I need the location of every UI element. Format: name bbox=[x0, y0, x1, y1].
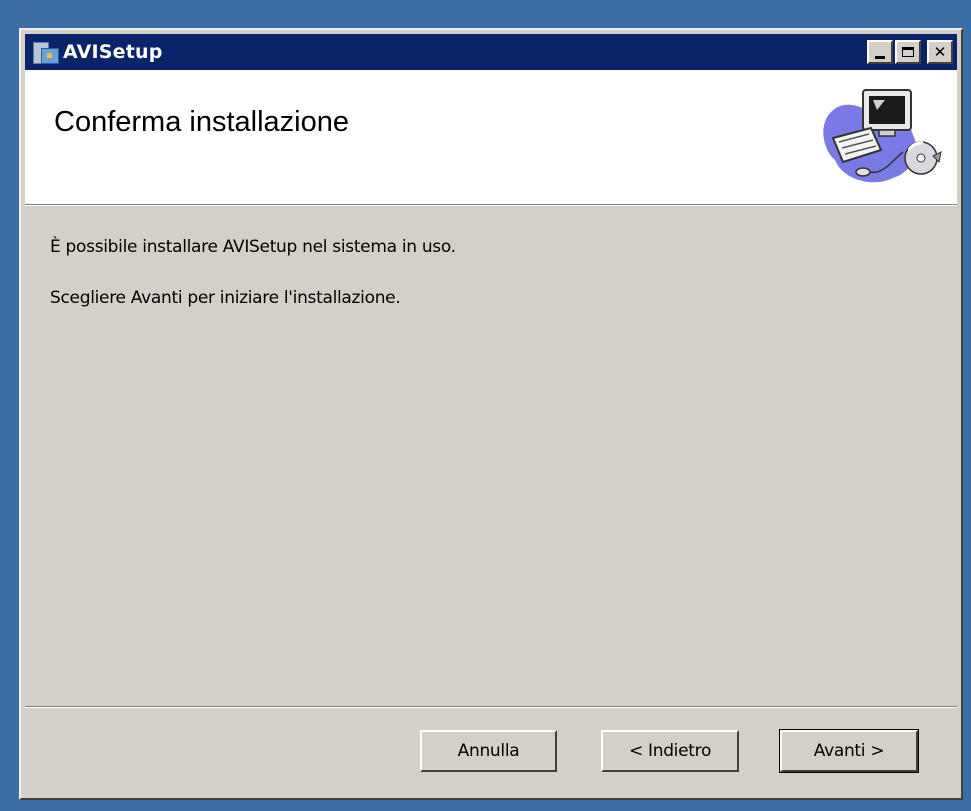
page-title: Conferma installazione bbox=[54, 106, 349, 138]
footer-divider-highlight bbox=[25, 707, 957, 708]
next-button[interactable]: Avanti > bbox=[779, 729, 919, 773]
title-bar[interactable]: AVISetup ✕ bbox=[25, 34, 957, 70]
window-controls: ✕ bbox=[867, 40, 953, 64]
cancel-button[interactable]: Annulla bbox=[420, 730, 557, 772]
installer-window: AVISetup ✕ Conferma installazione È poss… bbox=[19, 28, 963, 800]
window-title: AVISetup bbox=[63, 41, 163, 63]
header-banner: Conferma installazione bbox=[25, 70, 957, 205]
computer-with-cd-icon bbox=[823, 89, 942, 183]
minimize-icon bbox=[875, 55, 885, 59]
maximize-icon bbox=[902, 47, 914, 57]
setup-app-icon bbox=[31, 38, 59, 66]
install-message: È possibile installare AVISetup nel sist… bbox=[50, 237, 456, 257]
back-button[interactable]: < Indietro bbox=[601, 730, 739, 772]
instruction-message: Scegliere Avanti per iniziare l'installa… bbox=[50, 288, 401, 308]
minimize-button[interactable] bbox=[867, 40, 893, 64]
maximize-button[interactable] bbox=[895, 40, 921, 64]
close-icon: ✕ bbox=[933, 43, 947, 61]
header-divider bbox=[25, 205, 957, 206]
close-button[interactable]: ✕ bbox=[927, 40, 953, 64]
